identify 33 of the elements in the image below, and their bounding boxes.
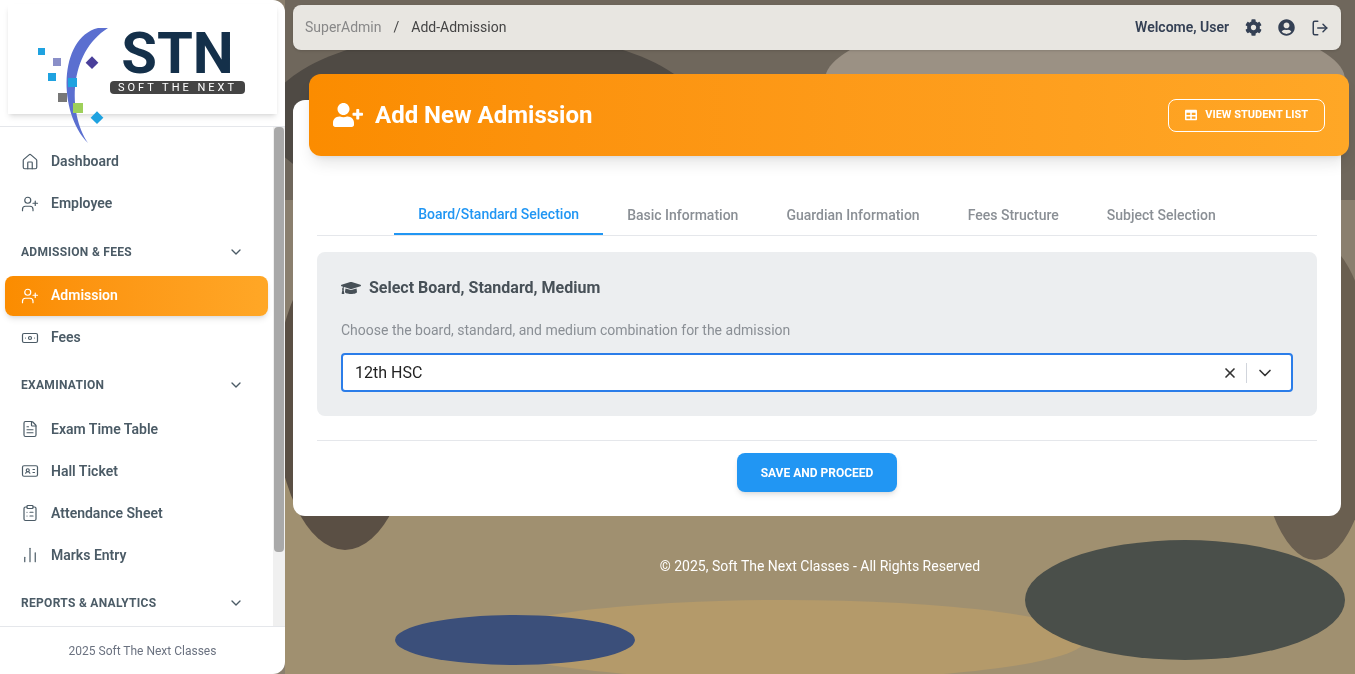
bar-chart-icon [21,546,39,565]
logout-icon[interactable] [1311,18,1329,37]
sidebar-item[interactable]: Hall Ticket [5,451,268,492]
sidebar-item[interactable]: Attendance Sheet [5,493,268,534]
sidebar-item[interactable]: Fees [5,317,268,358]
board-select[interactable]: 12th HSC [341,353,1293,392]
welcome-text: Welcome, User [1135,18,1229,37]
user-avatar-icon[interactable] [1278,19,1295,36]
logo-tagline: SOFT THE NEXT [109,80,246,94]
sidebar-item[interactable]: Employee [5,183,268,224]
section-header[interactable]: REPORTS & ANALYTICS [5,580,268,626]
sidebar-item[interactable]: Exam Time Table [5,409,268,450]
page-footer: © 2025, Soft The Next Classes - All Rights Reserved [659,556,981,577]
breadcrumb-separator: / [393,18,400,37]
user-plus-icon [333,103,363,127]
table-icon [1185,109,1198,121]
clipboard-icon [21,504,39,523]
panel-title: Select Board, Standard, Medium [369,277,601,299]
sidebar-footer: 2025 Soft The Next Classes [68,641,217,660]
home-icon [21,152,39,171]
section-header[interactable]: EXAMINATION [5,362,268,409]
panel-description: Choose the board, standard, and medium combination for the admission [341,321,792,340]
user-plus-icon [21,286,39,305]
sidebar-item[interactable]: Marks Entry [5,535,268,576]
document-icon [21,420,39,439]
user-plus-icon [21,194,39,213]
settings-icon[interactable] [1245,19,1262,36]
section-header[interactable]: ADMISSION & FEES [5,228,268,275]
logo-wordmark: STN [121,24,234,81]
logo-mark-icon [36,27,110,144]
page-title: Add New Admission [375,100,593,131]
sidebar-item[interactable]: Dashboard [5,142,268,182]
breadcrumb-item: Add-Admission [411,18,507,37]
